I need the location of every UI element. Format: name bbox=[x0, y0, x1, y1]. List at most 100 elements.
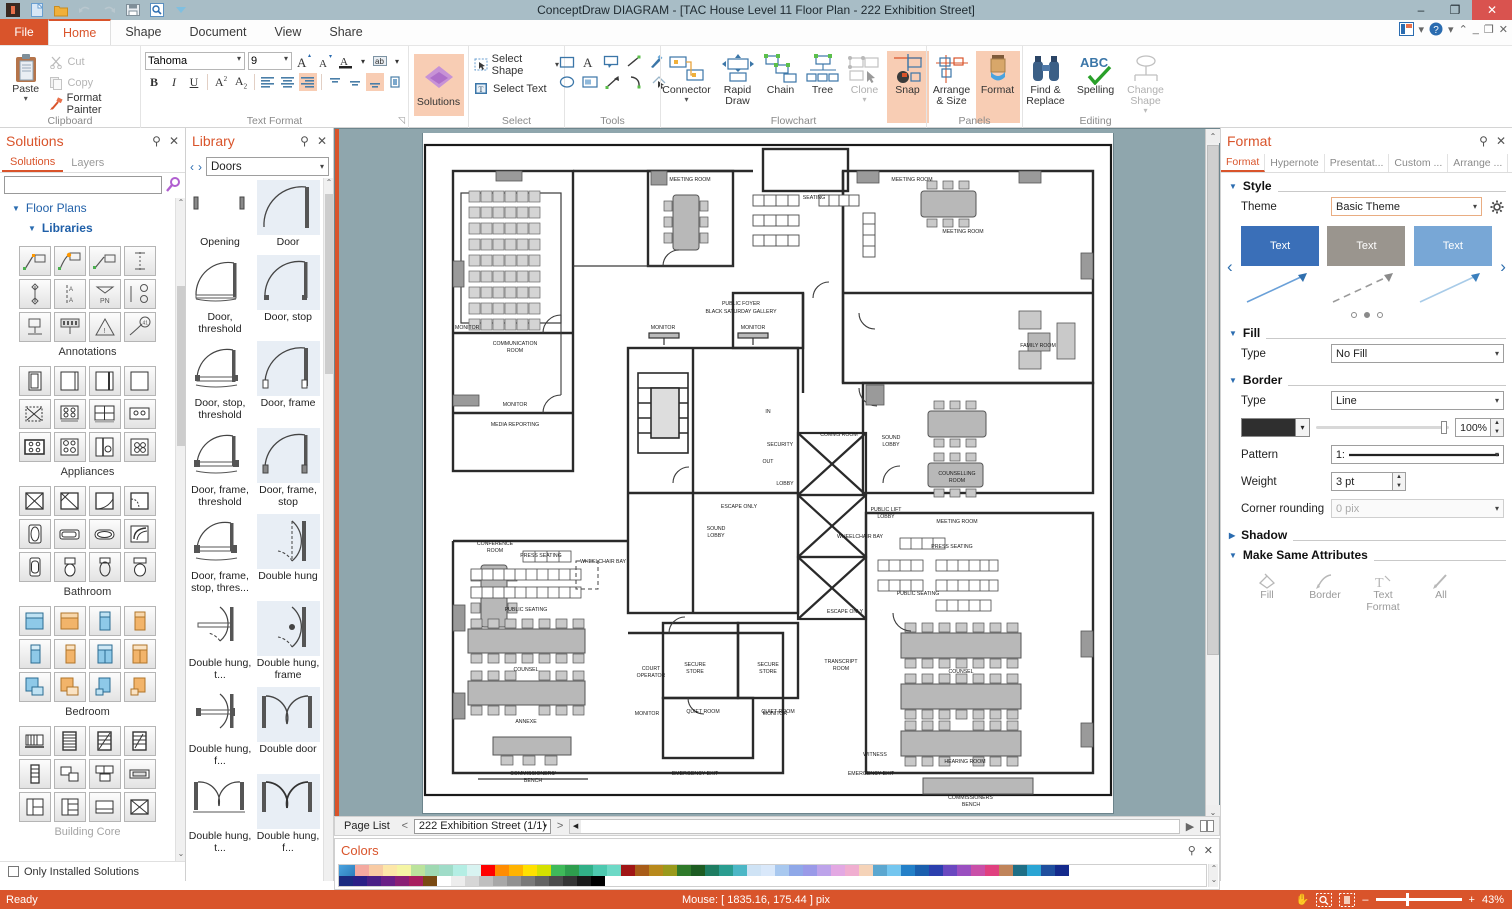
theme-prev-icon[interactable]: ‹ bbox=[1227, 257, 1233, 277]
border-color-dropdown-icon[interactable]: ▾ bbox=[1296, 418, 1310, 437]
stencil-cell[interactable] bbox=[124, 759, 156, 789]
page-scroll-right-icon[interactable]: ▶ bbox=[1183, 820, 1197, 833]
canvas-vscroll-thumb[interactable] bbox=[1207, 145, 1219, 655]
color-swatch[interactable] bbox=[425, 865, 439, 876]
color-swatch[interactable] bbox=[381, 876, 395, 886]
stencil-cell[interactable]: AA bbox=[54, 279, 86, 309]
library-item[interactable]: Door, threshold bbox=[186, 253, 254, 340]
library-item[interactable]: Opening bbox=[186, 178, 254, 253]
stencil-cell[interactable] bbox=[124, 672, 156, 702]
select-text-button[interactable]: T Select Text bbox=[474, 79, 547, 98]
library-grid[interactable] bbox=[0, 366, 175, 462]
color-swatch[interactable] bbox=[481, 865, 495, 876]
font-family-input[interactable] bbox=[145, 52, 245, 70]
page-prev-button[interactable]: < bbox=[399, 820, 411, 832]
stencil-cell[interactable] bbox=[124, 552, 156, 582]
format-tabstrip[interactable]: Format Hypernote Presentat... Custom ...… bbox=[1221, 154, 1512, 173]
color-swatch[interactable] bbox=[677, 865, 691, 876]
help-icon[interactable]: ? bbox=[1429, 22, 1443, 36]
stencil-cell[interactable] bbox=[124, 399, 156, 429]
color-swatch[interactable] bbox=[549, 876, 563, 886]
border-color-row[interactable]: ▾ 100% ▲ ▼ bbox=[1221, 414, 1512, 441]
chevron-down-icon[interactable]: ▾ bbox=[1473, 202, 1477, 211]
color-swatch[interactable] bbox=[423, 876, 437, 886]
stencil-cell[interactable] bbox=[89, 726, 121, 756]
shadow-section-header[interactable]: ▶ Shadow bbox=[1221, 528, 1512, 542]
drawing-sheet[interactable]: MEETING ROOM MEETING ROOM MEETING ROOM S… bbox=[423, 133, 1113, 813]
color-swatch[interactable] bbox=[747, 865, 761, 876]
text-format-dialog-launcher-icon[interactable]: ◹ bbox=[398, 115, 405, 126]
stencil-cell[interactable] bbox=[54, 552, 86, 582]
text-highlight-dropdown-icon[interactable]: ▾ bbox=[392, 52, 402, 70]
pin-icon[interactable]: ⚲ bbox=[1479, 134, 1488, 148]
color-swatch[interactable] bbox=[803, 865, 817, 876]
color-swatch[interactable] bbox=[521, 876, 535, 886]
color-swatch[interactable] bbox=[705, 865, 719, 876]
stencil-cell[interactable] bbox=[124, 246, 156, 276]
ribbon-tab-strip[interactable]: File Home Shape Document View Share ▾ ? … bbox=[0, 19, 1512, 46]
tab-share[interactable]: Share bbox=[315, 19, 376, 45]
arc-tool-icon[interactable] bbox=[628, 75, 644, 89]
library-item[interactable]: Double hung, frame bbox=[254, 599, 322, 686]
stencil-cell[interactable] bbox=[54, 312, 86, 342]
stencil-cell[interactable] bbox=[124, 519, 156, 549]
font-color-icon[interactable]: A bbox=[337, 52, 355, 70]
color-swatch[interactable] bbox=[1013, 865, 1027, 876]
color-swatch[interactable] bbox=[789, 865, 803, 876]
tab-hypernote[interactable]: Hypernote bbox=[1265, 154, 1325, 172]
color-swatch[interactable] bbox=[535, 876, 549, 886]
bold-button[interactable]: B bbox=[145, 73, 163, 91]
tree-button[interactable]: Tree bbox=[803, 51, 843, 96]
stencil-cell[interactable] bbox=[124, 366, 156, 396]
font-size-input[interactable] bbox=[248, 52, 292, 70]
border-pattern-row[interactable]: Pattern 1: ▾ bbox=[1221, 441, 1512, 468]
fill-type-select[interactable]: No Fill ▾ bbox=[1331, 344, 1504, 363]
chevron-down-icon[interactable]: ▼ bbox=[1229, 376, 1237, 385]
stencil-cell[interactable] bbox=[19, 312, 51, 342]
chain-button[interactable]: Chain bbox=[761, 51, 801, 96]
decrease-font-size-icon[interactable]: A bbox=[316, 52, 334, 70]
scroll-thumb[interactable] bbox=[325, 194, 333, 374]
stencil-cell[interactable] bbox=[124, 486, 156, 516]
color-swatch[interactable] bbox=[355, 865, 369, 876]
color-swatch[interactable] bbox=[467, 865, 481, 876]
solutions-button[interactable]: Solutions bbox=[413, 54, 464, 116]
color-swatch[interactable] bbox=[383, 865, 397, 876]
tab-format[interactable]: Format bbox=[1221, 154, 1266, 172]
stencil-cell[interactable] bbox=[54, 366, 86, 396]
color-picker-icon[interactable] bbox=[339, 865, 355, 876]
library-navigation[interactable]: ‹ › Doors ▾ bbox=[186, 154, 333, 179]
fill-section-header[interactable]: ▼ Fill bbox=[1221, 326, 1512, 340]
color-swatch[interactable] bbox=[873, 865, 887, 876]
solutions-search-input[interactable] bbox=[4, 176, 162, 194]
stencil-cell[interactable]: 41 bbox=[124, 312, 156, 342]
ribbon-right-controls[interactable]: ▾ ? ▾ ⌃ _ ❐ ✕ bbox=[1398, 22, 1508, 36]
arrange-size-button[interactable]: Arrange & Size bbox=[930, 51, 974, 107]
chevron-down-icon[interactable]: ▾ bbox=[1495, 349, 1499, 358]
stencil-cell[interactable] bbox=[19, 792, 51, 822]
window-controls[interactable]: – ❐ ✕ bbox=[1404, 0, 1512, 20]
stencil-cell[interactable] bbox=[89, 432, 121, 462]
stencil-cell[interactable] bbox=[19, 759, 51, 789]
library-item[interactable]: Double door bbox=[254, 685, 322, 772]
stencil-cell[interactable]: PN bbox=[89, 279, 121, 309]
align-bottom-button[interactable] bbox=[366, 73, 384, 91]
color-swatch[interactable] bbox=[369, 865, 383, 876]
color-swatch[interactable] bbox=[537, 865, 551, 876]
color-swatch[interactable] bbox=[607, 865, 621, 876]
theme-preview-card[interactable]: Text bbox=[1241, 226, 1320, 308]
page-list-bar[interactable]: Page List < 222 Exhibition Street (1/1) … bbox=[334, 816, 1220, 836]
make-same-section-header[interactable]: ▼ Make Same Attributes bbox=[1221, 548, 1512, 562]
align-left-button[interactable] bbox=[259, 73, 277, 91]
stencil-cell[interactable] bbox=[19, 672, 51, 702]
color-swatch[interactable] bbox=[929, 865, 943, 876]
callout-tool-icon[interactable] bbox=[603, 55, 619, 69]
tab-home[interactable]: Home bbox=[48, 19, 112, 45]
color-swatch[interactable] bbox=[437, 876, 451, 886]
color-swatch[interactable] bbox=[495, 865, 509, 876]
align-top-button[interactable] bbox=[326, 73, 344, 91]
snap-button[interactable]: Snap bbox=[886, 51, 929, 123]
align-right-button[interactable] bbox=[299, 73, 317, 91]
theme-previews[interactable]: ‹ Text Text Text › bbox=[1221, 220, 1512, 308]
color-swatch[interactable] bbox=[775, 865, 789, 876]
